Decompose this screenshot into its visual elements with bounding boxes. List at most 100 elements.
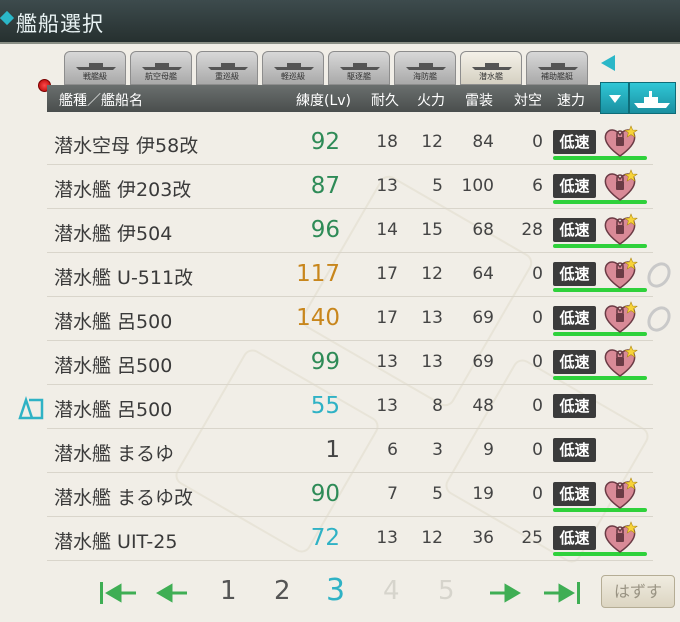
ship-silhouette-icon bbox=[208, 63, 248, 70]
ship-speed-badge: 低速 bbox=[553, 438, 596, 462]
ship-silhouette-icon bbox=[76, 63, 116, 70]
ship-torpedo: 19 bbox=[472, 484, 494, 504]
ship-level: 96 bbox=[310, 217, 340, 243]
ship-speed-badge: 低速 bbox=[553, 350, 596, 374]
ship-name: 潜水艦 U-511改 bbox=[54, 267, 194, 289]
tab-ship-type[interactable]: 潜水艦 bbox=[460, 51, 522, 85]
heart-lock-icon bbox=[604, 257, 638, 289]
page-4[interactable]: 4 bbox=[383, 576, 400, 606]
header-speed[interactable]: 速力 bbox=[557, 90, 585, 110]
ship-name: 潜水艦 呂500 bbox=[54, 355, 173, 377]
tab-label: 駆逐艦 bbox=[347, 72, 371, 81]
ship-row[interactable]: 潜水艦 まるゆ改 90 7 5 19 0 低速 bbox=[47, 473, 653, 517]
tab-ship-type[interactable]: 駆逐艦 bbox=[328, 51, 390, 85]
tab-ship-type[interactable]: 海防艦 bbox=[394, 51, 456, 85]
header-name[interactable]: 艦種／艦船名 bbox=[59, 90, 143, 110]
tab-label: 重巡級 bbox=[215, 72, 239, 81]
ship-aa: 0 bbox=[532, 264, 543, 284]
ship-name: 潜水艦 呂500 bbox=[54, 399, 173, 421]
heart-lock-icon bbox=[604, 521, 638, 553]
ship-silhouette-icon bbox=[274, 63, 314, 70]
page-5[interactable]: 5 bbox=[438, 576, 455, 606]
tab-label: 軽巡級 bbox=[281, 72, 305, 81]
ship-row[interactable]: 潜水艦 UIT-25 72 13 12 36 25 低速 bbox=[47, 517, 653, 561]
tab-ship-type[interactable]: 航空母艦 bbox=[130, 51, 192, 85]
ship-firepower: 3 bbox=[432, 440, 443, 460]
page-3-current[interactable]: 3 bbox=[326, 573, 345, 608]
ship-row[interactable]: 潜水艦 呂500 99 13 13 69 0 低速 bbox=[47, 341, 653, 385]
wedding-ring-icon bbox=[647, 262, 671, 288]
triangle-down-icon bbox=[609, 95, 621, 103]
prev-page-icon[interactable] bbox=[155, 580, 191, 606]
ship-hp: 13 bbox=[376, 528, 398, 548]
ship-row[interactable]: 潜水艦 伊203改 87 13 5 100 6 低速 bbox=[47, 165, 653, 209]
ship-hp: 17 bbox=[376, 264, 398, 284]
tab-ship-type[interactable]: 軽巡級 bbox=[262, 51, 324, 85]
ship-silhouette-icon bbox=[472, 63, 512, 70]
title-bar: 艦船選択 bbox=[0, 0, 680, 44]
header-level[interactable]: 練度(Lv) bbox=[296, 90, 351, 110]
ship-firepower: 15 bbox=[421, 220, 443, 240]
page-2[interactable]: 2 bbox=[274, 576, 291, 606]
ship-row[interactable]: 潜水艦 U-511改 117 17 12 64 0 低速 bbox=[47, 253, 671, 297]
ship-name: 潜水艦 まるゆ bbox=[54, 443, 175, 465]
ship-silhouette-icon bbox=[406, 63, 446, 70]
ship-speed-badge: 低速 bbox=[553, 482, 596, 506]
ship-row[interactable]: 潜水艦 まるゆ 1 6 3 9 0 低速 bbox=[47, 429, 653, 473]
header-hp[interactable]: 耐久 bbox=[371, 90, 399, 110]
ship-aa: 6 bbox=[532, 176, 543, 196]
ship-row[interactable]: 潜水艦 伊504 96 14 15 68 28 低速 bbox=[47, 209, 653, 253]
ship-aa: 0 bbox=[532, 132, 543, 152]
ship-row[interactable]: 潜水空母 伊58改 92 18 12 84 0 低速 bbox=[47, 121, 653, 165]
ship-speed-badge: 低速 bbox=[553, 262, 596, 286]
ship-level: 87 bbox=[310, 173, 340, 199]
tab-label: 航空母艦 bbox=[145, 72, 177, 81]
next-page-icon[interactable] bbox=[486, 580, 522, 606]
ship-speed-badge: 低速 bbox=[553, 174, 596, 198]
ship-firepower: 5 bbox=[432, 484, 443, 504]
ship-hp: 14 bbox=[376, 220, 398, 240]
ship-silhouette-icon bbox=[340, 63, 380, 70]
first-page-icon[interactable] bbox=[98, 580, 140, 606]
ship-name: 潜水空母 伊58改 bbox=[54, 135, 199, 157]
ship-row[interactable]: 潜水艦 呂500 55 13 8 48 0 低速 bbox=[47, 385, 653, 429]
ship-hp: 13 bbox=[376, 176, 398, 196]
ship-name: 潜水艦 まるゆ改 bbox=[54, 487, 194, 509]
ship-hp: 17 bbox=[376, 308, 398, 328]
tab-ship-type[interactable]: 重巡級 bbox=[196, 51, 258, 85]
ship-aa: 0 bbox=[532, 484, 543, 504]
fleet-flag-icon bbox=[18, 396, 44, 420]
ship-firepower: 8 bbox=[432, 396, 443, 416]
heart-lock-icon bbox=[604, 477, 638, 509]
header-firepower[interactable]: 火力 bbox=[417, 90, 445, 110]
heart-lock-icon bbox=[604, 125, 638, 157]
unset-button[interactable]: はずす bbox=[601, 575, 675, 608]
ship-name: 潜水艦 伊504 bbox=[54, 223, 173, 245]
ship-speed-badge: 低速 bbox=[553, 526, 596, 550]
tab-label: 海防艦 bbox=[413, 72, 437, 81]
ship-speed-badge: 低速 bbox=[553, 218, 596, 242]
window-title: 艦船選択 bbox=[16, 12, 104, 36]
ship-torpedo: 64 bbox=[472, 264, 494, 284]
sort-button[interactable] bbox=[600, 82, 629, 114]
page-1[interactable]: 1 bbox=[220, 576, 237, 606]
ship-level: 140 bbox=[296, 305, 340, 331]
ship-level: 92 bbox=[310, 129, 340, 155]
ship-firepower: 5 bbox=[432, 176, 443, 196]
ship-torpedo: 48 bbox=[472, 396, 494, 416]
last-page-icon[interactable] bbox=[540, 580, 582, 606]
ship-hp: 6 bbox=[387, 440, 398, 460]
header-torpedo[interactable]: 雷装 bbox=[465, 90, 493, 110]
ship-aa: 28 bbox=[521, 220, 543, 240]
row-divider bbox=[47, 560, 653, 561]
tab-scroll-arrow-icon[interactable] bbox=[601, 55, 615, 71]
ship-row[interactable]: 潜水艦 呂500 140 17 13 69 0 低速 bbox=[47, 297, 671, 341]
ship-name: 潜水艦 UIT-25 bbox=[54, 531, 178, 553]
ship-aa: 0 bbox=[532, 308, 543, 328]
header-aa[interactable]: 対空 bbox=[514, 90, 542, 110]
tab-label: 戦艦級 bbox=[83, 72, 107, 81]
tab-ship-type[interactable]: 戦艦級 bbox=[64, 51, 126, 85]
tab-ship-type[interactable]: 補助艦艇 bbox=[526, 51, 588, 85]
ship-silhouette-icon[interactable] bbox=[629, 82, 676, 114]
tab-label: 潜水艦 bbox=[479, 72, 503, 81]
